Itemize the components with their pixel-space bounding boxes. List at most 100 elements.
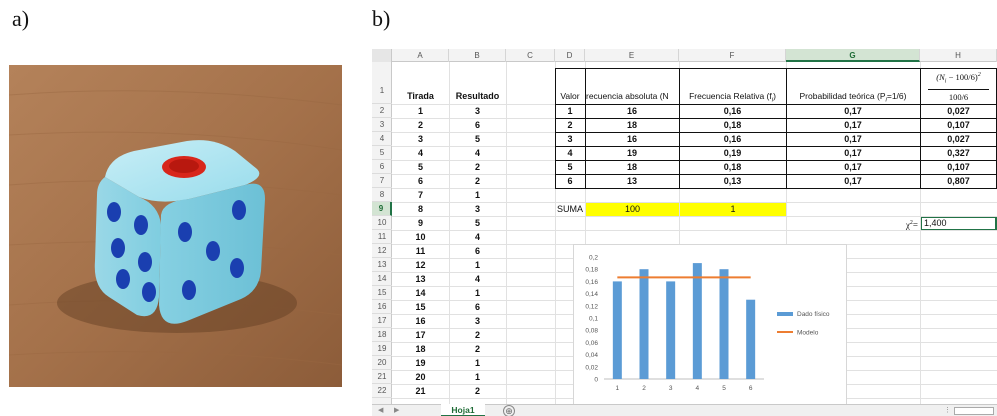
chart[interactable]: 0 0,02 0,04 0,06 0,08 0,1 0,12 0,14 0,16 0,18 0,2 1… (573, 244, 847, 406)
tirada-cell[interactable]: 3 (392, 132, 449, 146)
suma-rel[interactable]: 1 (680, 202, 786, 216)
tirada-cell[interactable]: 19 (392, 356, 449, 370)
resultado-cell[interactable]: 3 (449, 202, 506, 216)
row-header-4[interactable]: 4 (372, 132, 392, 146)
table-cell[interactable]: 19 (585, 146, 679, 160)
resultado-cell[interactable]: 3 (449, 104, 506, 118)
resultado-cell[interactable]: 2 (449, 328, 506, 342)
tab-prev-arrow[interactable]: ◀ (378, 405, 383, 416)
header-tirada[interactable]: Tirada (392, 89, 449, 103)
row-header-15[interactable]: 15 (372, 286, 392, 300)
column-header-h[interactable]: H (920, 49, 997, 62)
row-header-14[interactable]: 14 (372, 272, 392, 286)
resultado-cell[interactable]: 4 (449, 272, 506, 286)
chi-value-cell[interactable]: 1,400 (920, 216, 997, 231)
column-header-f[interactable]: F (679, 49, 786, 62)
tab-next-arrow[interactable]: ▶ (394, 405, 399, 416)
row-header-20[interactable]: 20 (372, 356, 392, 370)
row-header-3[interactable]: 3 (372, 118, 392, 132)
row-header-5[interactable]: 5 (372, 146, 392, 160)
row-header-6[interactable]: 6 (372, 160, 392, 174)
row-header-22[interactable]: 22 (372, 384, 392, 398)
table-cell[interactable]: 0,807 (920, 174, 997, 188)
table-cell[interactable]: 18 (585, 160, 679, 174)
suma-abs[interactable]: 100 (586, 202, 679, 216)
table-cell[interactable]: 6 (555, 174, 585, 188)
tirada-cell[interactable]: 21 (392, 384, 449, 398)
table-cell[interactable]: 0,027 (920, 104, 997, 118)
row-header-9[interactable]: 9 (372, 202, 392, 216)
table-cell[interactable]: 0,16 (679, 104, 786, 118)
table-cell[interactable]: 18 (585, 118, 679, 132)
resultado-cell[interactable]: 6 (449, 118, 506, 132)
table-cell[interactable]: 0,17 (786, 104, 920, 118)
tirada-cell[interactable]: 5 (392, 160, 449, 174)
resultado-cell[interactable]: 2 (449, 384, 506, 398)
table-cell[interactable]: 0,13 (679, 174, 786, 188)
row-header-2[interactable]: 2 (372, 104, 392, 118)
column-header-g[interactable]: G (786, 49, 920, 62)
resultado-cell[interactable]: 5 (449, 216, 506, 230)
tirada-cell[interactable]: 15 (392, 300, 449, 314)
tirada-cell[interactable]: 12 (392, 258, 449, 272)
resultado-cell[interactable]: 6 (449, 300, 506, 314)
resultado-cell[interactable]: 4 (449, 146, 506, 160)
column-header-b[interactable]: B (449, 49, 506, 62)
tab-more-icon[interactable]: ⋮ (944, 405, 951, 416)
add-sheet-button[interactable]: ⊕ (503, 405, 515, 416)
resultado-cell[interactable]: 4 (449, 230, 506, 244)
resultado-cell[interactable]: 2 (449, 160, 506, 174)
tirada-cell[interactable]: 16 (392, 314, 449, 328)
table-cell[interactable]: 4 (555, 146, 585, 160)
column-header-c[interactable]: C (506, 49, 555, 62)
resultado-cell[interactable]: 1 (449, 188, 506, 202)
tirada-cell[interactable]: 10 (392, 230, 449, 244)
header-resultado[interactable]: Resultado (449, 89, 506, 103)
table-cell[interactable]: 0,327 (920, 146, 997, 160)
tirada-cell[interactable]: 14 (392, 286, 449, 300)
header-frecuencia-absoluta[interactable]: recuencia absoluta (N (585, 89, 679, 103)
horizontal-scrollbar[interactable] (954, 407, 994, 415)
sheet-tab-hoja1[interactable]: Hoja1 (441, 404, 485, 416)
tirada-cell[interactable]: 6 (392, 174, 449, 188)
resultado-cell[interactable]: 1 (449, 356, 506, 370)
resultado-cell[interactable]: 5 (449, 132, 506, 146)
select-all-corner[interactable] (372, 49, 392, 62)
row-header-17[interactable]: 17 (372, 314, 392, 328)
table-cell[interactable]: 0,17 (786, 146, 920, 160)
row-header-21[interactable]: 21 (372, 370, 392, 384)
row-header-11[interactable]: 11 (372, 230, 392, 244)
table-cell[interactable]: 1 (555, 104, 585, 118)
row-header-12[interactable]: 12 (372, 244, 392, 258)
column-header-a[interactable]: A (392, 49, 449, 62)
table-cell[interactable]: 0,107 (920, 160, 997, 174)
column-header-e[interactable]: E (585, 49, 679, 62)
cell-grid[interactable]: Tirada Resultado Valor recuencia absolut… (392, 62, 997, 406)
row-header-18[interactable]: 18 (372, 328, 392, 342)
row-header-16[interactable]: 16 (372, 300, 392, 314)
row-header-19[interactable]: 19 (372, 342, 392, 356)
table-cell[interactable]: 0,17 (786, 160, 920, 174)
row-header-1[interactable]: 1 (372, 62, 392, 104)
tirada-cell[interactable]: 13 (392, 272, 449, 286)
tirada-cell[interactable]: 8 (392, 202, 449, 216)
row-header-8[interactable]: 8 (372, 188, 392, 202)
tirada-cell[interactable]: 11 (392, 244, 449, 258)
table-cell[interactable]: 0,17 (786, 132, 920, 146)
tirada-cell[interactable]: 7 (392, 188, 449, 202)
table-cell[interactable]: 0,19 (679, 146, 786, 160)
tirada-cell[interactable]: 1 (392, 104, 449, 118)
table-cell[interactable]: 0,17 (786, 174, 920, 188)
suma-label[interactable]: SUMA (555, 202, 585, 216)
table-cell[interactable]: 0,18 (679, 118, 786, 132)
resultado-cell[interactable]: 2 (449, 174, 506, 188)
header-chi-formula[interactable]: (Ni − 100/6)2 100/6 (920, 69, 997, 103)
row-header-13[interactable]: 13 (372, 258, 392, 272)
tirada-cell[interactable]: 20 (392, 370, 449, 384)
row-header-10[interactable]: 10 (372, 216, 392, 230)
resultado-cell[interactable]: 2 (449, 342, 506, 356)
resultado-cell[interactable]: 6 (449, 244, 506, 258)
table-cell[interactable]: 0,027 (920, 132, 997, 146)
table-cell[interactable]: 3 (555, 132, 585, 146)
tirada-cell[interactable]: 17 (392, 328, 449, 342)
